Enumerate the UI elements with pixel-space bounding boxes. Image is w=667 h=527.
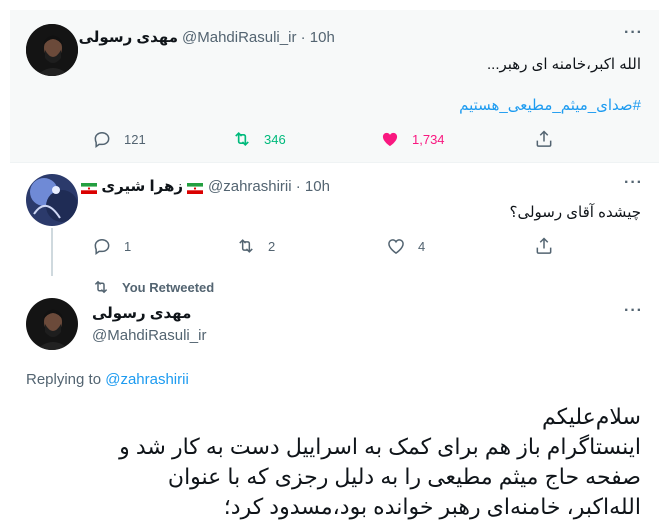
retweet-icon (235, 131, 249, 147)
iran-flag-icon (187, 181, 203, 194)
retweet-count: 2 (268, 238, 276, 254)
tweet-line: صفحه حاج میثم مطیعی را به دلیل رجزی که ب… (167, 464, 641, 489)
avatar[interactable] (26, 298, 78, 350)
reply-button[interactable]: 1 (92, 236, 131, 256)
retweet-notice-text: You Retweeted (122, 279, 215, 295)
author-handle[interactable]: @MahdiRasuli_ir (92, 327, 206, 344)
more-options-icon[interactable]: ··· (624, 24, 643, 42)
retweet-notice: You Retweeted (92, 278, 214, 296)
replying-to: Replying to @zahrashirii (26, 371, 189, 388)
author-handle[interactable]: @MahdiRasuli_ir · 10h (182, 29, 335, 46)
heart-filled-icon (382, 132, 398, 147)
tweet-line: الله‌اکبر، خامنه‌ای رهبر خوانده بود،مسدو… (223, 494, 641, 519)
reply-count: 1 (124, 238, 132, 254)
tweet-text: چیشده آقای رسولی؟ (509, 204, 642, 221)
reply-icon (94, 238, 110, 255)
tweet-line: سلام‌علیکم (541, 404, 641, 429)
author-name[interactable]: مهدی رسولی (79, 28, 178, 46)
thread-line (51, 228, 53, 276)
replying-handle-link[interactable]: @zahrashirii (105, 371, 189, 388)
reply-button[interactable]: 121 (92, 129, 146, 149)
like-count: 4 (418, 238, 426, 254)
tweet-body: سلام‌علیکم اینستاگرام باز هم برای کمک به… (21, 402, 641, 522)
author-name-group[interactable]: زهرا شیری (81, 177, 203, 195)
avatar-photo (26, 24, 78, 76)
retweet-button[interactable]: 346 (232, 129, 286, 149)
author-name[interactable]: مهدی رسولی (92, 304, 191, 322)
retweet-count: 346 (264, 131, 286, 147)
retweet-button[interactable]: 2 (236, 236, 275, 256)
more-options-icon[interactable]: ··· (624, 174, 643, 192)
author-name: زهرا شیری (101, 178, 183, 195)
reply-icon (94, 131, 110, 148)
reply-count: 121 (124, 131, 146, 147)
avatar-photo (26, 174, 78, 226)
share-button[interactable] (534, 129, 554, 149)
heart-icon (388, 239, 404, 254)
replying-prefix: Replying to (26, 371, 102, 388)
like-button[interactable]: 1,734 (380, 129, 445, 149)
iran-flag-icon (81, 181, 98, 194)
like-count: 1,734 (412, 131, 445, 147)
share-button[interactable] (534, 236, 554, 256)
author-handle[interactable]: @zahrashirii · 10h (208, 178, 330, 195)
share-icon (536, 237, 552, 254)
tweet-text: الله اکبر،خامنه ای رهبر... (486, 56, 641, 73)
more-options-icon[interactable]: ··· (624, 302, 643, 320)
divider (10, 162, 659, 163)
avatar-photo (26, 298, 78, 350)
like-button[interactable]: 4 (386, 236, 425, 256)
avatar[interactable] (26, 174, 78, 226)
tweet-line: اینستاگرام باز هم برای کمک به اسراییل دس… (119, 434, 641, 459)
retweet-icon (239, 239, 253, 253)
avatar[interactable] (26, 24, 78, 76)
retweet-icon (94, 280, 108, 294)
share-icon (536, 130, 552, 147)
hashtag-link[interactable]: #صدای_میثم_مطیعی_هستیم (459, 96, 641, 114)
